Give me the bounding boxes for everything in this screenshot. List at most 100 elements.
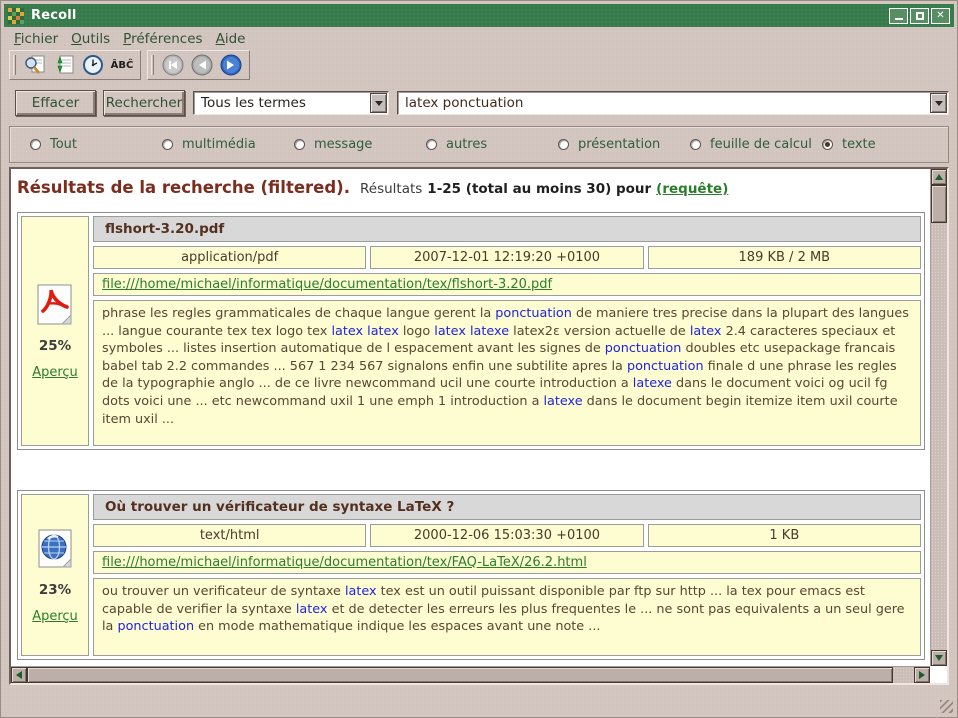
filter-radio-multimédia[interactable]: multimédia: [162, 137, 294, 152]
term-explorer-button[interactable]: ÂBĈ: [110, 53, 134, 77]
preview-link[interactable]: Aperçu: [32, 365, 78, 380]
vertical-scroll-track[interactable]: [931, 223, 947, 650]
toolbar-handle[interactable]: [13, 55, 16, 75]
toolbar-handle[interactable]: [151, 55, 154, 75]
highlighted-term: latexe: [543, 394, 582, 409]
highlighted-term: ponctuation: [605, 341, 682, 356]
result-snippet: phrase les regles grammaticales de chaqu…: [93, 300, 921, 446]
menu-outils[interactable]: Outils: [71, 31, 110, 47]
scroll-left-button[interactable]: [11, 667, 27, 683]
result-meta-row: application/pdf2007-12-01 12:19:20 +0100…: [93, 246, 921, 269]
result-title: flshort-3.20.pdf: [93, 216, 921, 242]
result-date: 2007-12-01 12:19:20 +0100: [370, 246, 643, 269]
result-detail: Où trouver un vérificateur de syntaxe La…: [93, 494, 921, 656]
search-query-combo[interactable]: latex ponctuation: [397, 91, 949, 115]
results-range: 1-25 (total au moins 30) pour: [427, 181, 651, 197]
html-document-icon: [34, 527, 76, 571]
vertical-scrollbar[interactable]: [930, 169, 947, 666]
radio-icon: [426, 139, 437, 150]
filter-radio-présentation[interactable]: présentation: [558, 137, 690, 152]
maximize-icon: [916, 12, 924, 20]
result-entry: 23% Aperçu Où trouver un vérificateur de s…: [17, 490, 925, 660]
arrow-left-icon: [191, 54, 213, 76]
result-url-link[interactable]: file:///home/michael/informatique/docume…: [102, 555, 587, 570]
toolbar-group-tools: ÂBĈ: [9, 50, 141, 80]
search-row: Effacer Rechercher Tous les termes latex…: [15, 90, 949, 116]
menu-aide[interactable]: Aide: [216, 31, 246, 47]
next-page-button[interactable]: [219, 53, 243, 77]
search-button[interactable]: Rechercher: [103, 90, 185, 116]
result-sidebar: 25%Aperçu: [21, 216, 89, 446]
sort-parameters-button[interactable]: [52, 53, 76, 77]
scroll-up-button[interactable]: [931, 169, 947, 185]
snippet-text: logo: [399, 324, 434, 339]
titlebar[interactable]: Recoll ✕: [4, 4, 954, 27]
close-icon: ✕: [936, 11, 944, 21]
result-title: Où trouver un vérificateur de syntaxe La…: [93, 494, 921, 520]
relevance-percent: 23%: [39, 582, 71, 598]
filter-radio-tout[interactable]: Tout: [30, 137, 162, 152]
scroll-down-button[interactable]: [931, 650, 947, 666]
results-prefix: Résultats: [360, 181, 422, 197]
preview-link[interactable]: Aperçu: [32, 609, 78, 624]
chevron-down-icon: [375, 101, 383, 106]
highlighted-term: latex: [345, 584, 377, 599]
highlighted-term: ponctuation: [627, 359, 704, 374]
radio-label: Tout: [50, 137, 77, 152]
resize-grip[interactable]: [940, 700, 953, 713]
minimize-button[interactable]: [889, 8, 908, 24]
prev-page-disabled-button[interactable]: [161, 53, 185, 77]
advanced-search-button[interactable]: [23, 53, 47, 77]
radio-label: présentation: [578, 137, 660, 152]
history-button[interactable]: [81, 53, 105, 77]
snippet-text: latex2ε version actuelle de: [509, 324, 690, 339]
search-mode-select[interactable]: Tous les termes: [193, 91, 389, 115]
dropdown-button[interactable]: [370, 93, 387, 113]
maximize-button[interactable]: [910, 8, 929, 24]
radio-icon: [294, 139, 305, 150]
results-area: Résultats de la recherche (filtered).Rés…: [11, 169, 930, 666]
sort-parameters-icon: [53, 54, 75, 76]
window-title: Recoll: [31, 8, 77, 23]
results-frame: Résultats de la recherche (filtered).Rés…: [9, 167, 949, 685]
horizontal-scrollbar[interactable]: [11, 666, 930, 683]
dropdown-button[interactable]: [930, 93, 947, 113]
arrow-right-icon: [220, 54, 242, 76]
filter-radio-message[interactable]: message: [294, 137, 426, 152]
result-size: 1 KB: [648, 524, 921, 547]
filter-radio-feuille-de-calcul[interactable]: feuille de calcul: [690, 137, 822, 152]
search-query-input[interactable]: latex ponctuation: [398, 95, 930, 111]
highlighted-term: latex latexe: [434, 324, 509, 339]
result-url-row: file:///home/michael/informatique/docume…: [93, 273, 921, 296]
results-header: Résultats de la recherche (filtered).Rés…: [17, 178, 930, 197]
clear-button[interactable]: Effacer: [15, 90, 96, 116]
vertical-scroll-thumb[interactable]: [931, 185, 947, 223]
toolbar: ÂBĈ: [9, 50, 250, 80]
radio-label: message: [314, 137, 372, 152]
result-date: 2000-12-06 15:03:30 +0100: [370, 524, 643, 547]
highlighted-term: latex: [690, 324, 722, 339]
horizontal-scroll-thumb[interactable]: [27, 667, 893, 683]
highlighted-term: ponctuation: [117, 619, 194, 634]
close-button[interactable]: ✕: [931, 8, 950, 24]
minimize-icon: [895, 18, 903, 20]
arrow-down-icon: [935, 655, 943, 661]
radio-icon: [162, 139, 173, 150]
filter-radio-autres[interactable]: autres: [426, 137, 558, 152]
highlighted-term: latex latex: [331, 324, 398, 339]
result-snippet: ou trouver un verificateur de syntaxe la…: [93, 578, 921, 656]
result-detail: flshort-3.20.pdf application/pdf2007-12-0…: [93, 216, 921, 446]
result-size: 189 KB / 2 MB: [648, 246, 921, 269]
menu-preferences[interactable]: Préférences: [123, 31, 202, 47]
filter-radio-texte[interactable]: texte: [822, 137, 954, 152]
term-explorer-icon: ÂBĈ: [111, 60, 134, 71]
radio-label: texte: [842, 137, 876, 152]
results-list: 25%Aperçuflshort-3.20.pdf application/pdf…: [11, 212, 930, 660]
result-url-link[interactable]: file:///home/michael/informatique/docume…: [102, 277, 552, 292]
query-link[interactable]: (requête): [656, 181, 728, 197]
menu-fichier[interactable]: Fichier: [14, 31, 58, 47]
highlighted-term: latexe: [633, 376, 672, 391]
prev-page-button[interactable]: [190, 53, 214, 77]
scroll-right-button[interactable]: [914, 667, 930, 683]
radio-icon: [30, 139, 41, 150]
